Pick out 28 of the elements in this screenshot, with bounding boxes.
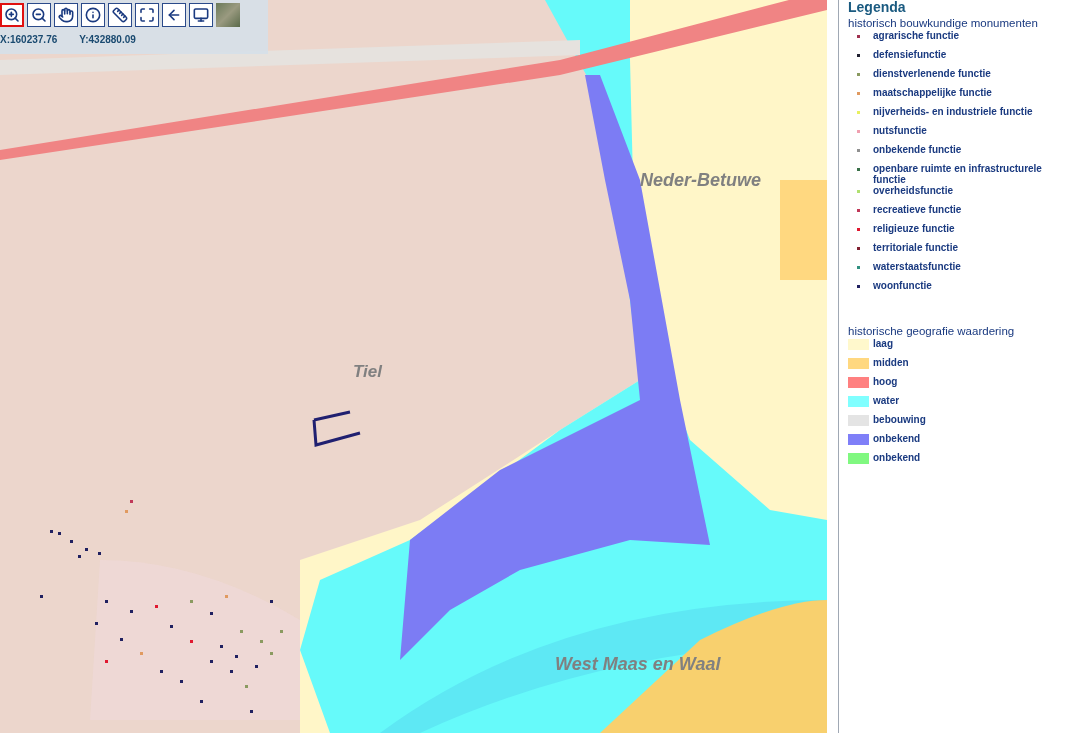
legend-label: onbekende functie (873, 144, 962, 155)
legend-label: dienstverlenende functie (873, 68, 991, 79)
legend-label: agrarische functie (873, 30, 960, 41)
legend-label: onbekend (873, 452, 921, 463)
legend-label: onbekend (873, 433, 921, 444)
legend-label: territoriale functie (873, 242, 959, 253)
legend-label: laag (873, 338, 893, 349)
legend-label: hoog (873, 376, 898, 387)
legend-section-title: historische geografie waardering (848, 325, 1016, 338)
legend-label: bebouwing (873, 414, 926, 425)
legend-label: overheidsfunctie (873, 185, 954, 196)
map-place-label: Tiel (353, 362, 382, 382)
legend-label: nijverheids- en industriele functie (873, 106, 1033, 117)
legend-label: woonfunctie (873, 280, 932, 291)
legend-label: waterstaatsfunctie (873, 261, 961, 272)
legend-label: defensiefunctie (873, 49, 947, 60)
map-place-label: West Maas en Waal (555, 654, 721, 675)
map-place-label: Neder-Betuwe (640, 170, 762, 191)
legend-section-title: historisch bouwkundige monumenten (848, 17, 1039, 30)
legend-label: religieuze functie (873, 223, 955, 234)
legend-label: maatschappelijke functie (873, 87, 992, 98)
legend-label: nutsfunctie (873, 125, 927, 136)
legend-title: Legenda (848, 0, 907, 15)
legend-label: midden (873, 357, 909, 368)
legend-label: recreatieve functie (873, 204, 962, 215)
legend-label: water (873, 395, 900, 406)
y-coordinate: Y:432880.09 (79, 34, 136, 45)
x-coordinate: X:160237.76 (0, 34, 58, 45)
